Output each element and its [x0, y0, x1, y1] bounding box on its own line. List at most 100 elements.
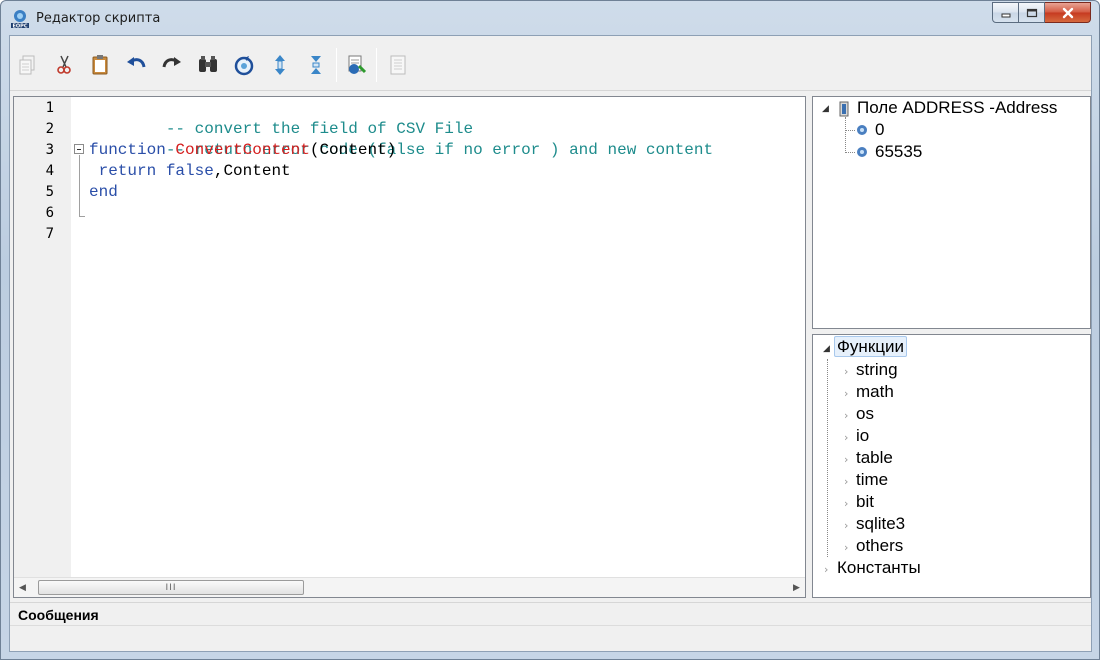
- tree-guide: [845, 152, 855, 153]
- minimize-button[interactable]: [992, 2, 1019, 23]
- check-script-button[interactable]: [344, 52, 368, 78]
- cut-button[interactable]: [52, 52, 76, 78]
- collapse-button[interactable]: [304, 52, 328, 78]
- messages-title: Сообщения: [18, 607, 99, 623]
- tree-node-label: Функции: [834, 336, 907, 357]
- undo-button[interactable]: [124, 52, 148, 78]
- tree-node-io[interactable]: io: [856, 425, 869, 447]
- refresh-button[interactable]: [232, 52, 256, 78]
- collapsed-chevron-icon[interactable]: ›: [844, 519, 848, 532]
- collapsed-chevron-icon[interactable]: ›: [844, 541, 848, 554]
- fold-toggle-icon[interactable]: [74, 144, 84, 154]
- maximize-button[interactable]: [1019, 2, 1045, 23]
- binoculars-icon: [199, 56, 217, 72]
- line-number-gutter: 1 2 3 4 5 6 7: [14, 97, 71, 577]
- fold-guide: [79, 155, 80, 217]
- check-script-icon: [348, 55, 367, 74]
- close-button[interactable]: [1045, 2, 1091, 23]
- tree-node-value[interactable]: 0: [875, 119, 884, 141]
- expanded-triangle-icon[interactable]: ◢: [823, 343, 830, 354]
- document-icon: [390, 55, 406, 75]
- collapse-icon: [311, 56, 321, 74]
- tree-node-os[interactable]: os: [856, 403, 874, 425]
- redo-button[interactable]: [160, 52, 184, 78]
- code-line: end: [89, 182, 118, 203]
- copy-button[interactable]: [16, 52, 40, 78]
- tree-node-string[interactable]: string: [856, 359, 898, 381]
- minimize-icon: [1001, 13, 1010, 17]
- code-token: function: [89, 141, 166, 159]
- scissors-icon: [57, 55, 71, 74]
- close-icon: [1062, 7, 1073, 18]
- code-token: (Content): [309, 141, 397, 159]
- toolbar-separator: [376, 48, 377, 82]
- expanded-triangle-icon[interactable]: ◢: [822, 103, 829, 114]
- tree-node-functions[interactable]: Функции: [834, 336, 907, 357]
- tree-guide: [845, 117, 846, 153]
- messages-divider: [10, 625, 1091, 626]
- fold-guide-end: [79, 216, 85, 217]
- messages-panel: Сообщения: [10, 602, 1091, 651]
- line-number: 3: [45, 142, 54, 158]
- functions-tree[interactable]: ◢ Функции › string › math › os › io › ta…: [812, 334, 1091, 598]
- value-gear-icon: [857, 125, 867, 135]
- script-editor-window: EOPC Редактор скрипта 1 2 3 4 5 6 7 -- c…: [0, 0, 1100, 660]
- undo-icon: [127, 57, 146, 68]
- window-title: Редактор скрипта: [36, 11, 161, 26]
- tree-node-others[interactable]: others: [856, 535, 903, 557]
- collapsed-chevron-icon[interactable]: ›: [844, 365, 848, 378]
- expand-button[interactable]: [268, 52, 292, 78]
- collapsed-chevron-icon[interactable]: ›: [844, 387, 848, 400]
- collapsed-chevron-icon[interactable]: ›: [824, 563, 828, 576]
- toolbar: [10, 36, 1091, 91]
- title-bar[interactable]: EOPC Редактор скрипта: [1, 1, 1099, 35]
- svg-text:EOPC: EOPC: [13, 24, 28, 30]
- tree-guide: [827, 359, 828, 557]
- code-editor[interactable]: 1 2 3 4 5 6 7 -- convert the field of CS…: [13, 96, 806, 598]
- collapsed-chevron-icon[interactable]: ›: [844, 409, 848, 422]
- code-line: return false,Content: [89, 161, 291, 182]
- code-token: ConvertContent: [175, 141, 310, 159]
- scroll-right-arrow-icon[interactable]: ▶: [793, 582, 800, 593]
- copy-icon: [19, 55, 35, 75]
- tree-node-constants[interactable]: Константы: [837, 557, 921, 579]
- tree-node-bit[interactable]: bit: [856, 491, 874, 513]
- tree-node-math[interactable]: math: [856, 381, 894, 403]
- scrollbar-grip: III: [165, 582, 177, 593]
- expand-icon: [275, 55, 285, 75]
- maximize-icon: [1026, 8, 1037, 17]
- code-token: false: [165, 162, 214, 180]
- tree-node-field-address[interactable]: Поле ADDRESS -Address: [857, 97, 1057, 119]
- document-button[interactable]: [386, 52, 410, 78]
- paste-button[interactable]: [88, 52, 112, 78]
- collapsed-chevron-icon[interactable]: ›: [844, 453, 848, 466]
- fields-tree[interactable]: ◢ Поле ADDRESS -Address 0 65535: [812, 96, 1091, 329]
- client-area: 1 2 3 4 5 6 7 -- convert the field of CS…: [9, 35, 1092, 652]
- line-number: 1: [45, 100, 54, 116]
- find-button[interactable]: [196, 52, 220, 78]
- code-token: return: [89, 162, 157, 180]
- redo-icon: [162, 57, 181, 68]
- collapsed-chevron-icon[interactable]: ›: [844, 475, 848, 488]
- tree-node-value[interactable]: 65535: [875, 141, 922, 163]
- code-line: function ConvertContent(Content): [89, 140, 396, 161]
- line-number: 2: [45, 121, 54, 137]
- horizontal-scrollbar[interactable]: ◀ III ▶: [14, 577, 805, 597]
- field-icon: [839, 101, 849, 117]
- scrollbar-thumb[interactable]: III: [38, 580, 304, 595]
- tree-guide: [845, 130, 855, 131]
- scroll-left-arrow-icon[interactable]: ◀: [19, 582, 26, 593]
- tree-node-table[interactable]: table: [856, 447, 893, 469]
- clipboard-icon: [92, 55, 108, 75]
- line-number: 7: [45, 226, 54, 242]
- eopc-logo-icon: EOPC: [9, 8, 31, 30]
- value-gear-icon: [857, 147, 867, 157]
- line-number: 4: [45, 163, 54, 179]
- refresh-icon: [234, 56, 254, 76]
- line-number: 5: [45, 184, 54, 200]
- collapsed-chevron-icon[interactable]: ›: [844, 497, 848, 510]
- tree-node-time[interactable]: time: [856, 469, 888, 491]
- tree-node-sqlite3[interactable]: sqlite3: [856, 513, 905, 535]
- collapsed-chevron-icon[interactable]: ›: [844, 431, 848, 444]
